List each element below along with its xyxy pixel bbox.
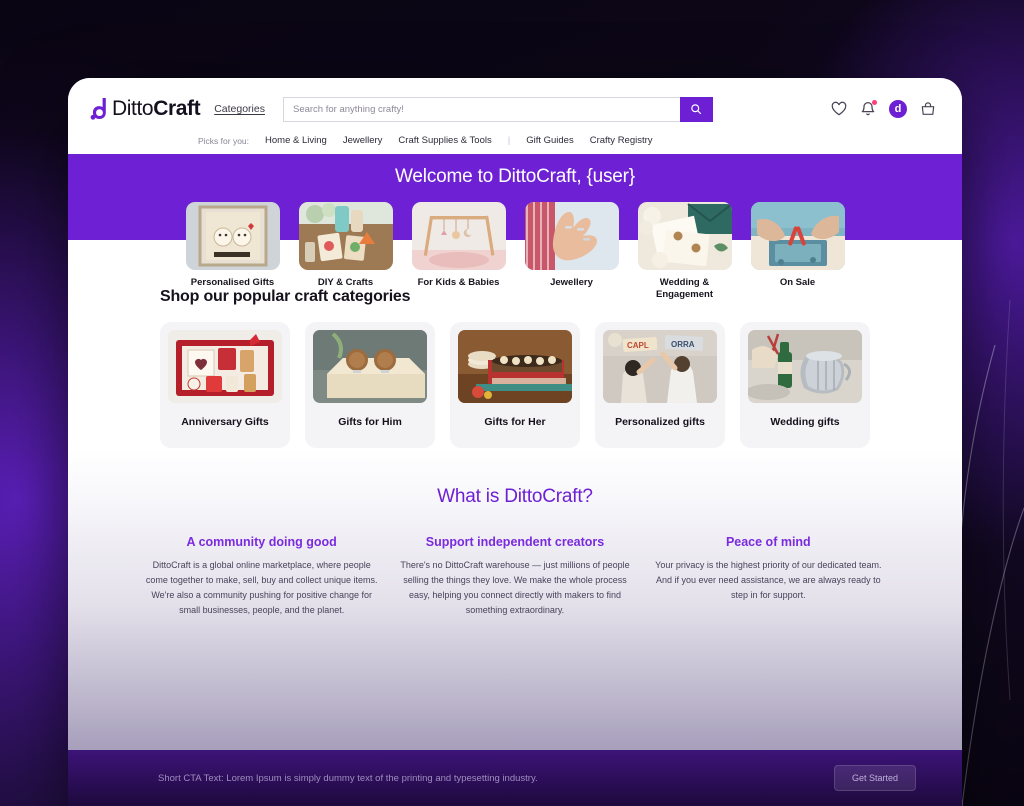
craft-supplies-table-image [298,202,393,270]
baby-play-gym-image [411,202,506,270]
get-started-button[interactable]: Get Started [833,765,916,791]
brand-name-light: Ditto [112,97,154,120]
hero-title: Welcome to DittoCraft, {user} [395,166,635,187]
header-top-row: DittoCraft Categories Search for anythin… [90,92,940,126]
about-body: Your privacy is the highest priority of … [655,560,882,600]
hero-category-personalised-gifts[interactable]: Personalised Gifts [185,202,280,301]
hero-category-diy-crafts[interactable]: DIY & Crafts [298,202,393,301]
hero-category-label: DIY & Crafts [317,277,374,288]
popular-card-label: Anniversary Gifts [181,416,269,428]
about-section: What is DittoCraft? A community doing go… [68,448,962,750]
popular-card-label: Personalized gifts [615,416,705,428]
framed-couple-art-image [185,202,280,270]
hero-category-label: On Sale [779,277,816,288]
nav-item-crafty-registry[interactable]: Crafty Registry [590,135,653,146]
hero-category-strip: Personalised Gifts DIY & Crafts For Kids… [68,202,962,301]
svg-text:ORRA: ORRA [671,340,695,349]
popular-card-gifts-for-him[interactable]: Gifts for Him [305,322,435,448]
about-body: There's no DittoCraft warehouse — just m… [400,560,630,615]
popular-card-label: Gifts for Him [338,416,402,428]
primary-nav: Picks for you: Home & Living Jewellery C… [90,126,940,154]
hero-category-wedding-engagement[interactable]: Wedding & Engagement [637,202,732,301]
popular-card-gifts-for-her[interactable]: Gifts for Her [450,322,580,448]
svg-text:CAPL: CAPL [627,341,649,350]
silver-pitcher-champagne-image [748,330,862,403]
personalised-casserole-dish-image [458,330,572,403]
hero-banner: Welcome to DittoCraft, {user} Personalis… [68,154,962,300]
hero-category-label: Wedding & Engagement [655,277,713,300]
about-heading: Peace of mind [725,535,811,549]
about-columns: A community doing good DittoCraft is a g… [68,508,962,617]
wedding-stationery-image [637,202,732,270]
footer-cta-bar: Short CTA Text: Lorem Ipsum is simply du… [68,750,962,806]
hero-category-on-sale[interactable]: On Sale [750,202,845,301]
avatar[interactable]: d [889,100,907,118]
categories-link[interactable]: Categories [214,103,265,115]
popular-card-label: Gifts for Her [484,416,546,428]
search-icon [691,104,702,115]
popular-card-label: Wedding gifts [770,416,840,428]
brand-wordmark: DittoCraft [112,97,201,121]
hero-category-jewellery[interactable]: Jewellery [524,202,619,301]
about-heading: A community doing good [186,535,337,549]
nav-item-home-living[interactable]: Home & Living [265,135,327,146]
about-column-community: A community doing good DittoCraft is a g… [144,535,379,617]
hero-category-label: Personalised Gifts [190,277,275,288]
nav-item-gift-guides[interactable]: Gift Guides [526,135,574,146]
popular-categories-row: Anniversary Gifts Gifts for Him Gifts fo… [68,322,962,448]
heart-icon[interactable] [831,101,847,117]
hero-category-label: Jewellery [550,277,593,288]
about-body: DittoCraft is a global online marketplac… [145,560,378,615]
nav-lead-label: Picks for you: [198,135,250,146]
brand-name-bold: Craft [153,97,201,120]
hand-with-rings-image [524,202,619,270]
kids-name-banner-image: CAPL ORRA [603,330,717,403]
nav-divider: | [507,135,511,146]
logo[interactable]: DittoCraft [90,97,201,121]
about-heading: Support independent creators [425,535,605,549]
crafting-hands-tools-image [750,202,845,270]
red-gift-box-image [168,330,282,403]
about-title: What is DittoCraft? [437,486,593,507]
wooden-cufflinks-box-image [313,330,427,403]
dittocraft-logo-icon [90,97,107,121]
popular-card-wedding-gifts[interactable]: Wedding gifts [740,322,870,448]
hero-category-label: For Kids & Babies [417,277,500,288]
header-icon-group: d [831,100,940,118]
popular-card-personalized-gifts[interactable]: CAPL ORRA Personalized gifts [595,322,725,448]
about-column-peace-of-mind: Peace of mind Your privacy is the highes… [651,535,886,617]
browser-window: DittoCraft Categories Search for anythin… [68,78,962,806]
nav-item-craft-supplies-tools[interactable]: Craft Supplies & Tools [398,135,491,146]
notification-dot [872,100,877,105]
bell-icon[interactable] [860,100,877,117]
search-input[interactable] [282,96,680,122]
hero-category-for-kids-babies[interactable]: For Kids & Babies [411,202,506,301]
nav-item-jewellery[interactable]: Jewellery [343,135,383,146]
cta-text: Short CTA Text: Lorem Ipsum is simply du… [158,772,538,784]
about-column-creators: Support independent creators There's no … [397,535,632,617]
site-header: DittoCraft Categories Search for anythin… [68,78,962,154]
popular-card-anniversary-gifts[interactable]: Anniversary Gifts [160,322,290,448]
search-button[interactable] [679,96,713,122]
search-bar [282,96,713,122]
bag-icon[interactable] [920,101,936,117]
